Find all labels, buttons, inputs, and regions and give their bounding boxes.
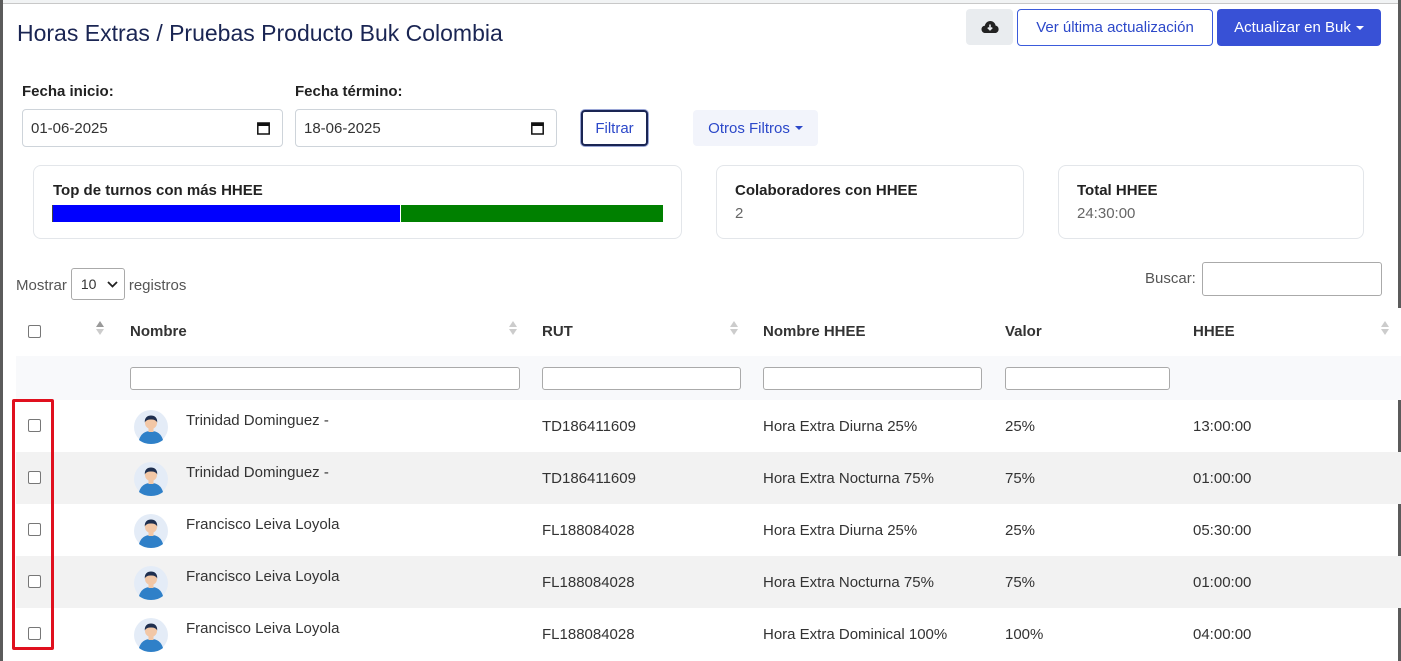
cell-rut: FL188084028 xyxy=(542,574,635,591)
buscar-label: Buscar: xyxy=(1145,270,1196,287)
cell-rut: TD186411609 xyxy=(542,418,636,435)
checkbox-column-highlight xyxy=(12,399,54,650)
filter-rut-input[interactable] xyxy=(542,367,741,390)
select-all-checkbox[interactable] xyxy=(28,325,41,338)
cell-nombre-hhee: Hora Extra Diurna 25% xyxy=(763,522,918,539)
cell-nombre: Francisco Leiva Loyola xyxy=(186,568,340,585)
sort-icon[interactable] xyxy=(96,321,104,335)
cloud-download-button[interactable] xyxy=(966,9,1013,45)
search-input[interactable] xyxy=(1202,262,1382,296)
cell-nombre-hhee: Hora Extra Dominical 100% xyxy=(763,626,948,643)
header-nombre[interactable]: Nombre xyxy=(130,323,187,340)
cell-nombre: Francisco Leiva Loyola xyxy=(186,620,340,637)
fecha-termino-label: Fecha término: xyxy=(295,83,403,100)
fecha-inicio-value: 01-06-2025 xyxy=(31,119,108,137)
cell-hhee: 01:00:00 xyxy=(1193,470,1252,487)
caret-down-icon xyxy=(794,126,803,130)
table-header: Nombre RUT Nombre HHEE Valor HHEE xyxy=(16,308,1401,357)
cell-hhee: 04:00:00 xyxy=(1193,626,1252,643)
cell-rut: TD186411609 xyxy=(542,470,636,487)
window-left-edge xyxy=(0,0,3,661)
page-title: Horas Extras / Pruebas Producto Buk Colo… xyxy=(17,20,503,46)
sort-icon[interactable] xyxy=(1381,321,1389,335)
header-nombre-hhee[interactable]: Nombre HHEE xyxy=(763,323,866,340)
page-length-value: 10 xyxy=(80,276,97,292)
colaboradores-card: Colaboradores con HHEE 2 xyxy=(716,165,1024,239)
fecha-inicio-label: Fecha inicio: xyxy=(22,83,114,100)
filter-valor-input[interactable] xyxy=(1005,367,1170,390)
fecha-termino-input[interactable]: 18-06-2025 xyxy=(295,109,557,147)
cell-valor: 100% xyxy=(1005,626,1044,643)
browser-top-edge xyxy=(0,0,1401,4)
total-hhee-value: 24:30:00 xyxy=(1077,205,1136,222)
cell-hhee: 01:00:00 xyxy=(1193,574,1252,591)
registros-label: registros xyxy=(128,276,187,294)
cloud-download-icon xyxy=(981,21,999,33)
total-hhee-title: Total HHEE xyxy=(1077,182,1158,199)
caret-down-icon xyxy=(1355,25,1364,30)
filtrar-button[interactable]: Filtrar xyxy=(581,110,648,146)
cell-valor: 75% xyxy=(1005,470,1036,487)
cell-valor: 75% xyxy=(1005,574,1036,591)
filter-nombre-input[interactable] xyxy=(130,367,520,390)
page-length-control: Mostrar 10 registros xyxy=(16,268,187,300)
fecha-termino-value: 18-06-2025 xyxy=(304,119,381,137)
table-row[interactable]: Francisco Leiva Loyola FL188084028 Hora … xyxy=(16,608,1401,660)
actualizar-en-buk-button[interactable]: Actualizar en Buk xyxy=(1217,9,1381,46)
table-row[interactable]: Trinidad Dominguez - TD186411609 Hora Ex… xyxy=(16,452,1401,504)
avatar xyxy=(134,514,168,548)
avatar xyxy=(134,618,168,652)
header-hhee[interactable]: HHEE xyxy=(1193,323,1235,340)
ver-ultima-actualizacion-button[interactable]: Ver última actualización xyxy=(1017,9,1213,46)
cell-nombre: Trinidad Dominguez - xyxy=(186,412,329,429)
calendar-icon[interactable] xyxy=(257,121,270,135)
top-turnos-card: Top de turnos con más HHEE xyxy=(33,165,682,239)
avatar xyxy=(134,566,168,600)
otros-filtros-label: Otros Filtros xyxy=(708,119,790,137)
turnos-bar-segment-0[interactable] xyxy=(53,205,401,222)
page-length-select[interactable]: 10 xyxy=(70,268,125,300)
fecha-inicio-input[interactable]: 01-06-2025 xyxy=(22,109,283,147)
top-turnos-title: Top de turnos con más HHEE xyxy=(53,182,263,199)
actualizar-label: Actualizar en Buk xyxy=(1234,19,1351,36)
cell-valor: 25% xyxy=(1005,418,1036,435)
sort-icon[interactable] xyxy=(730,321,738,335)
top-turnos-bar xyxy=(52,205,663,222)
otros-filtros-button[interactable]: Otros Filtros xyxy=(693,110,818,146)
cell-nombre: Trinidad Dominguez - xyxy=(186,464,329,481)
cell-rut: FL188084028 xyxy=(542,626,635,643)
cell-valor: 25% xyxy=(1005,522,1036,539)
calendar-icon[interactable] xyxy=(531,121,544,135)
table-row[interactable]: Francisco Leiva Loyola FL188084028 Hora … xyxy=(16,556,1401,608)
chevron-down-icon xyxy=(107,280,118,288)
colaboradores-value: 2 xyxy=(735,205,744,222)
avatar xyxy=(134,462,168,496)
cell-nombre-hhee: Hora Extra Nocturna 75% xyxy=(763,574,934,591)
mostrar-label: Mostrar xyxy=(16,276,67,294)
cell-nombre-hhee: Hora Extra Nocturna 75% xyxy=(763,470,934,487)
table-row[interactable]: Francisco Leiva Loyola FL188084028 Hora … xyxy=(16,504,1401,556)
table-row[interactable]: Trinidad Dominguez - TD186411609 Hora Ex… xyxy=(16,400,1401,452)
avatar xyxy=(134,410,168,444)
header-valor[interactable]: Valor xyxy=(1005,323,1042,340)
header-rut[interactable]: RUT xyxy=(542,323,573,340)
total-hhee-card: Total HHEE 24:30:00 xyxy=(1058,165,1364,239)
cell-hhee: 05:30:00 xyxy=(1193,522,1252,539)
cell-nombre: Francisco Leiva Loyola xyxy=(186,516,340,533)
column-filter-row xyxy=(16,356,1401,400)
filter-nombre-hhee-input[interactable] xyxy=(763,367,982,390)
turnos-bar-segment-1[interactable] xyxy=(400,205,663,222)
sort-icon[interactable] xyxy=(509,321,517,335)
colaboradores-title: Colaboradores con HHEE xyxy=(735,182,918,199)
cell-hhee: 13:00:00 xyxy=(1193,418,1252,435)
cell-rut: FL188084028 xyxy=(542,522,635,539)
cell-nombre-hhee: Hora Extra Diurna 25% xyxy=(763,418,918,435)
